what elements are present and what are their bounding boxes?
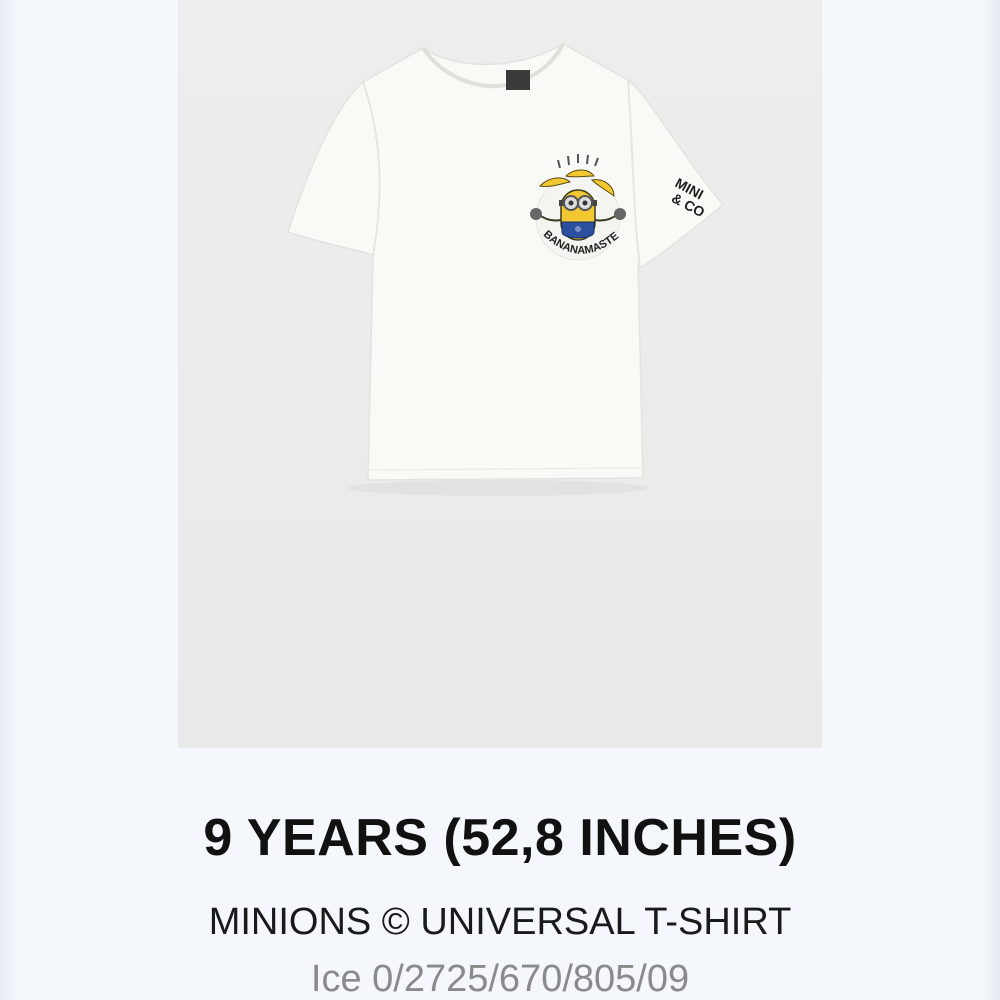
neck-label: [506, 70, 530, 90]
tshirt-illustration: BANANAMASTE MINI & CO: [287, 43, 725, 496]
product-image[interactable]: BANANAMASTE MINI & CO: [178, 0, 822, 748]
product-reference: Ice 0/2725/670/805/09: [310, 958, 690, 1000]
product-name: MINIONS © UNIVERSAL T-SHIRT: [208, 901, 792, 943]
product-detail-screen: BANANAMASTE MINI & CO 9 YEARS (52,8 INCH…: [0, 0, 1000, 1000]
tshirt-body: [287, 43, 725, 481]
size-label: 9 YEARS (52,8 INCHES): [203, 809, 797, 867]
shirt-shadow: [348, 480, 648, 496]
